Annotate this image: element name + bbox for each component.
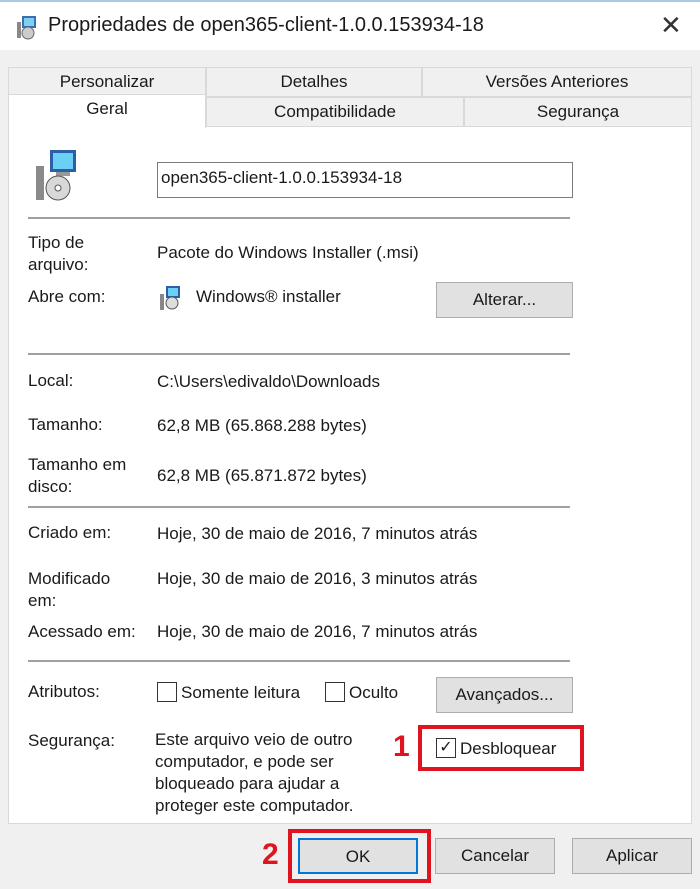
tab-personalizar[interactable]: Personalizar — [8, 67, 206, 97]
installer-icon — [17, 16, 36, 40]
annotation-box-1 — [418, 725, 584, 771]
opens-with-value: Windows® installer — [196, 287, 341, 306]
tab-detalhes[interactable]: Detalhes — [206, 67, 422, 97]
accessed-label: Acessado em: — [28, 622, 136, 641]
divider — [28, 660, 570, 662]
location-label: Local: — [28, 371, 74, 390]
location-value: C:\Users\edivaldo\Downloads — [157, 372, 380, 391]
hidden-label: Oculto — [349, 683, 399, 702]
annotation-number-2: 2 — [262, 838, 279, 871]
advanced-button[interactable]: Avançados... — [436, 677, 573, 713]
size-value: 62,8 MB (65.868.288 bytes) — [157, 416, 367, 435]
apply-button[interactable]: Aplicar — [572, 838, 692, 874]
checkbox-box[interactable] — [325, 681, 345, 702]
hidden-checkbox[interactable]: Oculto — [325, 681, 399, 704]
created-value: Hoje, 30 de maio de 2016, 7 minutos atrá… — [157, 524, 478, 543]
windows-installer-icon — [160, 286, 180, 310]
readonly-label: Somente leitura — [181, 683, 301, 702]
cancel-button[interactable]: Cancelar — [435, 838, 555, 874]
readonly-checkbox[interactable]: Somente leitura — [157, 681, 301, 704]
disk-size-value: 62,8 MB (65.871.872 bytes) — [157, 466, 367, 485]
annotation-number-1: 1 — [393, 730, 410, 763]
msi-file-icon — [36, 150, 76, 201]
modified-label: Modificado em: — [28, 569, 111, 610]
attributes-label: Atributos: — [28, 682, 100, 701]
security-text: Este arquivo veio de outro computador, e… — [155, 730, 354, 815]
window-title: Propriedades de open365-client-1.0.0.153… — [48, 14, 484, 36]
created-label: Criado em: — [28, 523, 112, 542]
change-button[interactable]: Alterar... — [436, 282, 573, 318]
annotation-box-2 — [288, 829, 431, 883]
disk-size-label: Tamanho em disco: — [28, 455, 127, 496]
divider — [28, 217, 570, 219]
opens-with-label: Abre com: — [28, 287, 106, 306]
security-label: Segurança: — [28, 731, 115, 750]
divider — [28, 353, 570, 355]
tab-versoes-anteriores[interactable]: Versões Anteriores — [422, 67, 692, 97]
checkbox-box[interactable] — [157, 681, 177, 702]
tab-seguranca[interactable]: Segurança — [464, 97, 692, 127]
size-label: Tamanho: — [28, 415, 103, 434]
tab-compatibilidade[interactable]: Compatibilidade — [206, 97, 464, 127]
divider — [28, 506, 570, 508]
close-icon[interactable]: ✕ — [660, 10, 682, 41]
filename-input[interactable]: open365-client-1.0.0.153934-18 — [157, 162, 573, 198]
tab-geral[interactable]: Geral — [8, 94, 206, 128]
type-label: Tipo de arquivo: — [28, 233, 89, 274]
accessed-value: Hoje, 30 de maio de 2016, 7 minutos atrá… — [157, 622, 478, 641]
modified-value: Hoje, 30 de maio de 2016, 3 minutos atrá… — [157, 569, 478, 588]
title-bar: Propriedades de open365-client-1.0.0.153… — [0, 0, 700, 50]
type-value: Pacote do Windows Installer (.msi) — [157, 243, 419, 262]
